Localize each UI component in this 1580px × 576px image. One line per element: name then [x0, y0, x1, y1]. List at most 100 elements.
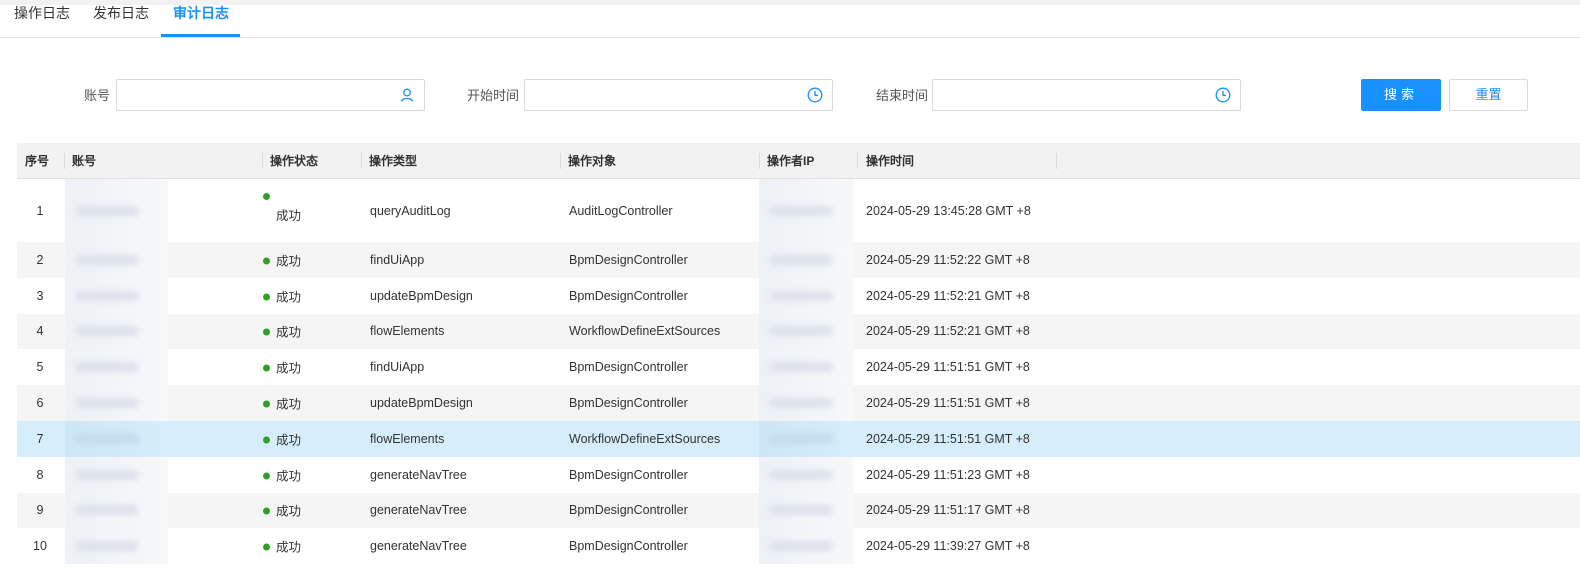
ip-cell-redacted — [759, 492, 853, 529]
operation-time: 2024-05-29 11:39:27 GMT +8 — [866, 539, 1030, 554]
start-time-input-box — [524, 79, 833, 111]
table-row[interactable]: 1 成功 queryAuditLog AuditLogController 20… — [17, 179, 1580, 242]
operation-target: BpmDesignController — [569, 539, 688, 554]
operation-type: updateBpmDesign — [370, 396, 473, 411]
ip-cell-redacted — [759, 420, 853, 457]
row-index: 3 — [36, 288, 44, 303]
row-index: 10 — [33, 539, 47, 554]
status-cell: 成功 — [263, 394, 301, 413]
account-input-box — [116, 79, 425, 111]
account-cell-redacted — [65, 456, 168, 493]
row-index: 4 — [36, 324, 44, 339]
row-index: 6 — [36, 396, 44, 411]
header-index: 序号 — [25, 154, 50, 168]
ip-cell-redacted — [759, 385, 853, 421]
account-input[interactable] — [117, 80, 394, 110]
clock-icon[interactable] — [1215, 87, 1231, 103]
operation-type: findUiApp — [370, 360, 425, 375]
success-dot-icon — [263, 472, 270, 480]
table-row[interactable]: 3 成功 updateBpmDesign BpmDesignController… — [17, 277, 1580, 314]
status-cell: 成功 — [263, 358, 301, 377]
table-header: 序号 账号 操作状态 操作类型 操作对象 操作者IP 操作时间 — [17, 143, 1580, 179]
table-row-selected[interactable]: 7 成功 flowElements WorkflowDefineExtSourc… — [17, 420, 1580, 457]
operation-type: flowElements — [370, 324, 445, 339]
header-separator — [361, 153, 362, 169]
account-cell-redacted — [65, 242, 168, 278]
clock-icon[interactable] — [807, 87, 823, 103]
header-separator — [1056, 153, 1057, 169]
operation-target: BpmDesignController — [569, 288, 688, 303]
operation-time: 2024-05-29 11:51:51 GMT +8 — [866, 360, 1030, 375]
ip-cell-redacted — [759, 313, 853, 350]
success-dot-icon — [263, 328, 270, 336]
status-cell: 成功 — [263, 537, 301, 556]
header-type: 操作类型 — [369, 154, 418, 168]
table-row[interactable]: 9 成功 generateNavTree BpmDesignController… — [17, 492, 1580, 529]
operation-time: 2024-05-29 11:52:22 GMT +8 — [866, 252, 1030, 267]
header-target: 操作对象 — [568, 154, 617, 168]
success-dot-icon — [263, 436, 270, 444]
table-row[interactable]: 4 成功 flowElements WorkflowDefineExtSourc… — [17, 313, 1580, 350]
success-dot-icon — [263, 257, 270, 265]
status-cell: 成功 — [263, 286, 301, 305]
operation-target: WorkflowDefineExtSources — [569, 324, 721, 339]
table-row[interactable]: 8 成功 generateNavTree BpmDesignController… — [17, 456, 1580, 493]
operation-target: BpmDesignController — [569, 503, 688, 518]
status-cell: 成功 — [263, 250, 301, 269]
audit-log-table: 序号 账号 操作状态 操作类型 操作对象 操作者IP 操作时间 1 成功 que… — [17, 143, 1580, 565]
end-time-input[interactable] — [933, 80, 1210, 110]
table-body: 1 成功 queryAuditLog AuditLogController 20… — [17, 179, 1580, 565]
active-tab-indicator — [161, 34, 240, 37]
table-row[interactable]: 10 成功 generateNavTree BpmDesignControlle… — [17, 528, 1580, 565]
operation-type: findUiApp — [370, 252, 425, 267]
row-index: 5 — [36, 360, 44, 375]
header-separator — [262, 153, 263, 169]
operation-type: generateNavTree — [370, 539, 467, 554]
operation-type: queryAuditLog — [370, 203, 451, 218]
tab-publish-log[interactable]: 发布日志 — [93, 5, 149, 37]
table-row[interactable]: 2 成功 findUiApp BpmDesignController 2024-… — [17, 242, 1580, 278]
start-time-input[interactable] — [525, 80, 802, 110]
table-row[interactable]: 6 成功 updateBpmDesign BpmDesignController… — [17, 385, 1580, 421]
account-label: 账号 — [84, 88, 111, 103]
operation-time: 2024-05-29 11:51:51 GMT +8 — [866, 396, 1030, 411]
row-index: 7 — [36, 431, 44, 446]
operation-time: 2024-05-29 11:51:17 GMT +8 — [866, 503, 1030, 518]
tab-audit-log[interactable]: 审计日志 — [173, 5, 229, 37]
start-time-label: 开始时间 — [467, 88, 520, 103]
success-dot-icon — [263, 507, 270, 515]
account-cell-redacted — [65, 313, 168, 350]
search-button[interactable]: 搜索 — [1361, 79, 1441, 111]
operation-time: 2024-05-29 11:51:51 GMT +8 — [866, 431, 1030, 446]
tab-operation-log[interactable]: 操作日志 — [14, 5, 70, 37]
ip-cell-redacted — [759, 349, 853, 386]
account-cell-redacted — [65, 420, 168, 457]
operation-time: 2024-05-29 11:52:21 GMT +8 — [866, 288, 1030, 303]
operation-type: generateNavTree — [370, 467, 467, 482]
success-dot-icon — [263, 364, 270, 372]
operation-type: updateBpmDesign — [370, 288, 473, 303]
user-icon[interactable] — [399, 87, 415, 103]
success-dot-icon — [263, 400, 270, 408]
operation-target: AuditLogController — [569, 203, 673, 218]
ip-cell-redacted — [759, 528, 853, 565]
ip-cell-redacted — [759, 277, 853, 314]
success-dot-icon — [263, 293, 270, 301]
operation-type: generateNavTree — [370, 503, 467, 518]
account-cell-redacted — [65, 528, 168, 565]
account-cell-redacted — [65, 179, 168, 242]
status-cell: 成功 — [263, 465, 301, 484]
row-index: 1 — [36, 203, 44, 218]
account-cell-redacted — [65, 492, 168, 529]
header-account: 账号 — [72, 154, 97, 168]
account-cell-redacted — [65, 385, 168, 421]
status-cell: 成功 — [263, 501, 301, 520]
reset-button[interactable]: 重置 — [1449, 79, 1528, 111]
header-ip: 操作者IP — [767, 154, 815, 168]
success-dot-icon — [263, 543, 270, 551]
ip-cell-redacted — [759, 242, 853, 278]
row-index: 8 — [36, 467, 44, 482]
operation-target: BpmDesignController — [569, 252, 688, 267]
operation-target: BpmDesignController — [569, 396, 688, 411]
table-row[interactable]: 5 成功 findUiApp BpmDesignController 2024-… — [17, 349, 1580, 386]
